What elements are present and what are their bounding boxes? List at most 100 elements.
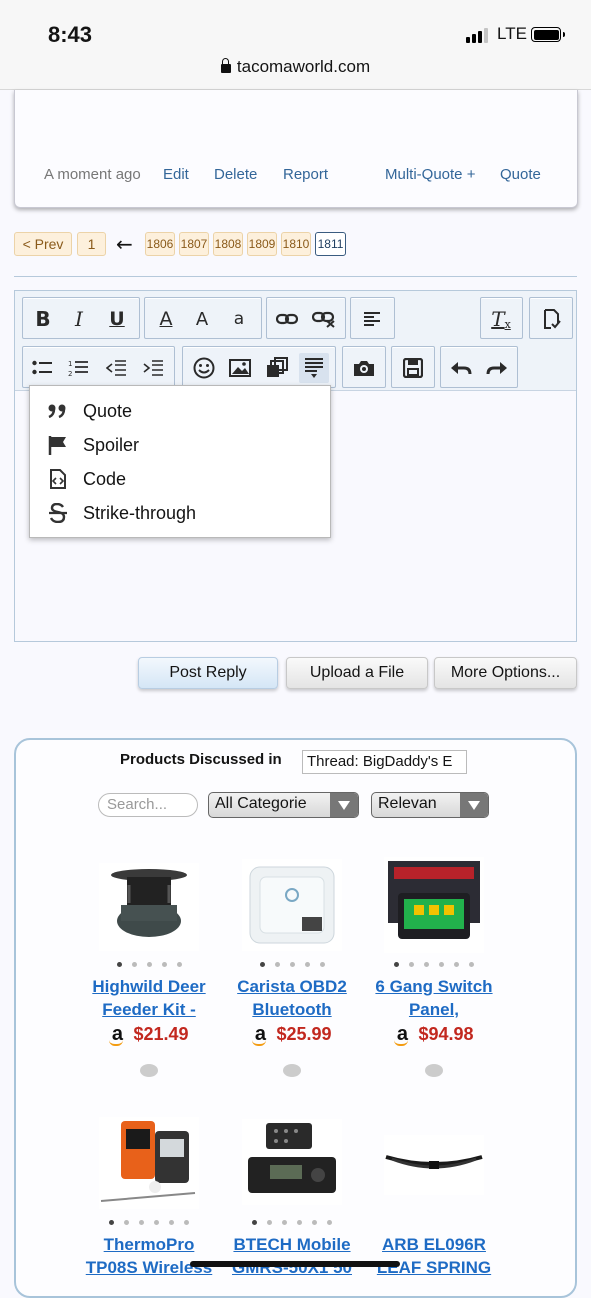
page-1-button[interactable]: 1 [77,232,106,256]
toggle-group [529,297,573,339]
history-group [440,346,518,388]
bullet-list-icon[interactable] [27,353,57,383]
product-name[interactable]: Highwild Deer Feeder Kit - [79,975,219,1021]
camera-group [342,346,386,388]
svg-text:1: 1 [68,360,72,368]
insert-group [182,346,336,388]
post-reply-button[interactable]: Post Reply [138,657,278,689]
menu-item-label: Quote [83,400,133,421]
quote-icon [46,400,70,422]
divider [14,276,577,277]
pagination-jump-arrow[interactable]: ← [116,232,133,256]
smilie-icon[interactable] [189,353,219,383]
sort-select[interactable]: Relevan [371,792,489,818]
product-name[interactable]: Carista OBD2 Bluetooth [222,975,362,1021]
clock: 8:43 [48,22,93,47]
prev-page-button[interactable]: < Prev [14,232,72,256]
undo-icon[interactable] [446,353,476,383]
underline-icon[interactable]: U [102,304,132,334]
amazon-icon: a [394,1024,410,1046]
align-icon[interactable] [357,304,387,334]
image-icon[interactable] [225,353,255,383]
page-button[interactable]: 1810 [281,232,311,256]
svg-text:2: 2 [68,370,72,377]
font-size-icon[interactable]: A [187,304,217,334]
flag-icon [46,434,70,456]
outdent-icon[interactable] [101,353,131,383]
save-group [391,346,435,388]
camera-icon[interactable] [349,353,379,383]
product-image[interactable] [99,1117,199,1209]
chevron-down-icon [330,793,358,817]
network-label: LTE [497,24,527,43]
current-page[interactable]: 1811 [315,232,346,256]
product-price: a $94.98 [364,1024,504,1046]
comment-icon[interactable] [140,1064,158,1077]
product-image[interactable] [384,857,484,953]
product-name[interactable]: ARB EL096R LEAF SPRING [364,1233,504,1279]
bold-icon[interactable]: B [28,304,58,334]
menu-item-spoiler[interactable]: Spoiler [30,428,330,462]
post-time: A moment ago [44,166,141,183]
link-icon[interactable] [272,304,302,334]
multi-quote-link[interactable]: Multi-Quote + [385,166,475,183]
text-color-icon[interactable]: A [151,304,181,334]
page-button[interactable]: 1808 [213,232,243,256]
product-image[interactable] [384,1135,484,1195]
delete-link[interactable]: Delete [214,166,257,183]
image-dots [222,962,362,967]
menu-item-code[interactable]: Code [30,462,330,496]
italic-icon[interactable]: I [64,304,94,334]
list-group: 12 [22,346,175,388]
quote-link[interactable]: Quote [500,166,541,183]
browser-status-bar: 8:43 LTE tacomaworld.com [0,0,591,90]
upload-file-button[interactable]: Upload a File [286,657,428,689]
thread-selector[interactable]: Thread: BigDaddy's E [302,750,467,774]
product-name[interactable]: 6 Gang Switch Panel, [364,975,504,1021]
toggle-bbcode-icon[interactable] [536,304,566,334]
image-dots [222,1220,362,1225]
unlink-icon[interactable] [309,304,339,334]
format-group: B I U [22,297,140,339]
category-select[interactable]: All Categorie [208,792,359,818]
menu-item-strike-through[interactable]: Strike-through [30,496,330,530]
product-image[interactable] [99,863,199,951]
menu-item-quote[interactable]: Quote [30,394,330,428]
product-image[interactable] [242,1119,342,1205]
product-price: a $25.99 [222,1024,362,1046]
product-image[interactable] [242,859,342,951]
chevron-down-icon [460,793,488,817]
menu-item-label: Spoiler [83,434,140,455]
page-button[interactable]: 1806 [145,232,175,256]
amazon-icon: a [252,1024,268,1046]
indent-icon[interactable] [138,353,168,383]
code-icon [46,468,70,490]
image-dots [79,962,219,967]
product-name[interactable]: BTECH Mobile GMRS-50X1 50 [222,1233,362,1279]
font-family-icon[interactable]: a [224,304,254,334]
report-link[interactable]: Report [283,166,328,183]
product-search-input[interactable]: Search... [98,793,198,817]
more-options-button[interactable]: More Options... [434,657,577,689]
edit-link[interactable]: Edit [163,166,189,183]
numbered-list-icon[interactable]: 12 [63,353,93,383]
home-indicator[interactable] [190,1261,400,1267]
font-group: A A a [144,297,262,339]
product-price: a $21.49 [79,1024,219,1046]
redo-icon[interactable] [482,353,512,383]
save-draft-icon[interactable] [398,353,428,383]
page-button[interactable]: 1807 [179,232,209,256]
battery-icon [531,27,565,42]
remove-format-group: Tx [480,297,523,339]
menu-item-label: Code [83,468,127,489]
comment-icon[interactable] [283,1064,301,1077]
align-group [350,297,395,339]
comment-icon[interactable] [425,1064,443,1077]
products-title: Products Discussed in [120,751,282,768]
remove-format-icon[interactable]: Tx [486,304,516,334]
product-name[interactable]: ThermoPro TP08S Wireless [79,1233,219,1279]
address-bar[interactable]: tacomaworld.com [0,57,591,77]
insert-menu-icon[interactable] [299,353,329,383]
media-icon[interactable] [262,353,292,383]
page-button[interactable]: 1809 [247,232,277,256]
